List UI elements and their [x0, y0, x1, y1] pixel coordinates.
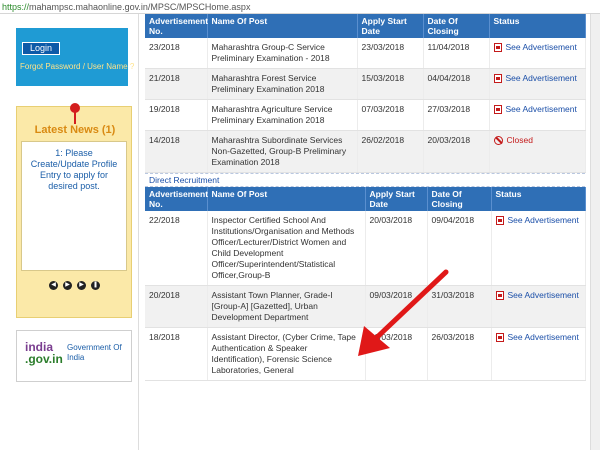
- status-cell: See Advertisement: [489, 68, 586, 100]
- play-icon[interactable]: ▶: [63, 281, 72, 290]
- pdf-icon[interactable]: [495, 216, 504, 225]
- see-advertisement-link[interactable]: See Advertisement: [508, 215, 579, 226]
- header-post: Name Of Post: [207, 187, 366, 211]
- pdf-icon[interactable]: [495, 291, 504, 300]
- india-gov-link[interactable]: india .gov.in Government Of India: [16, 330, 132, 382]
- url-scheme: https://: [2, 2, 30, 12]
- table-header: Advertisement No. Name Of Post Apply Sta…: [145, 187, 586, 211]
- status-cell: See Advertisement: [491, 327, 586, 381]
- advertisements-panel: Advertisement No. Name Of Post Apply Sta…: [145, 14, 586, 450]
- news-list: 1: Please Create/Update Profile Entry to…: [21, 141, 127, 271]
- address-bar[interactable]: https://mahampsc.mahaonline.gov.in/MPSC/…: [0, 0, 600, 14]
- header-status: Status: [491, 187, 586, 211]
- header-status: Status: [489, 14, 586, 38]
- status-cell: Closed: [489, 130, 586, 173]
- gov-of-india-text: Government Of India: [67, 343, 122, 362]
- latest-news-panel: Latest News (1) 1: Please Create/Update …: [16, 103, 132, 318]
- forgot-password-link[interactable]: Forgot Password / User Name ?: [20, 62, 134, 71]
- table-row: 20/2018 Assistant Town Planner, Grade-I […: [145, 285, 586, 328]
- india-gov-logo: india .gov.in: [25, 340, 63, 366]
- pause-icon[interactable]: ❚: [91, 281, 100, 290]
- closing-date-cell: 31/03/2018: [427, 285, 492, 328]
- post-name-cell: Maharashtra Forest Service Preliminary E…: [207, 68, 358, 100]
- closing-date-cell: 04/04/2018: [423, 68, 490, 100]
- adv-no-cell: 19/2018: [145, 99, 208, 131]
- adv-no-cell: 21/2018: [145, 68, 208, 100]
- table-row: 22/2018 Inspector Certified School And In…: [145, 211, 586, 286]
- table-row: 21/2018 Maharashtra Forest Service Prelim…: [145, 68, 586, 100]
- table-row: 14/2018 Maharashtra Subordinate Services …: [145, 130, 586, 173]
- header-closing: Date Of Closing: [423, 14, 490, 38]
- column-divider: [138, 14, 139, 450]
- header-adv-no: Advertisement No.: [145, 14, 208, 38]
- closed-status: Closed: [506, 135, 533, 145]
- news-item[interactable]: 1: Please Create/Update Profile Entry to…: [26, 148, 122, 192]
- see-advertisement-link[interactable]: See Advertisement: [508, 290, 579, 301]
- adv-no-cell: 22/2018: [145, 211, 208, 286]
- apply-start-cell: 15/03/2018: [357, 68, 424, 100]
- pdf-icon[interactable]: [493, 105, 502, 114]
- header-post: Name Of Post: [207, 14, 358, 38]
- post-name-cell: Maharashtra Subordinate Services Non-Gaz…: [207, 130, 358, 173]
- direct-recruitment-table: Advertisement No. Name Of Post Apply Sta…: [145, 187, 586, 381]
- adv-no-cell: 18/2018: [145, 327, 208, 381]
- adv-no-cell: 14/2018: [145, 130, 208, 173]
- closed-icon: [493, 136, 503, 145]
- news-controls: ◀ ▶ ▶ ❚: [49, 281, 109, 291]
- status-cell: See Advertisement: [491, 285, 586, 328]
- apply-start-cell: 20/03/2018: [365, 211, 428, 286]
- url-text: mahampsc.mahaonline.gov.in/MPSC/MPSCHome…: [29, 2, 251, 12]
- login-button[interactable]: Login: [22, 42, 60, 55]
- closing-date-cell: 11/04/2018: [423, 38, 490, 69]
- post-name-cell: Inspector Certified School And Instituti…: [207, 211, 366, 286]
- table-row: 18/2018 Assistant Director, (Cyber Crime,…: [145, 327, 586, 381]
- apply-start-cell: 07/03/2018: [357, 99, 424, 131]
- latest-news-title: Latest News (1): [34, 124, 116, 136]
- apply-start-cell: 09/03/2018: [365, 285, 428, 328]
- closing-date-cell: 27/03/2018: [423, 99, 490, 131]
- header-apply-start: Apply Start Date: [365, 187, 428, 211]
- adv-no-cell: 23/2018: [145, 38, 208, 69]
- post-name-cell: Maharashtra Group-C Service Preliminary …: [207, 38, 358, 69]
- post-name-cell: Assistant Town Planner, Grade-I [Group-A…: [207, 285, 366, 328]
- apply-start-cell: 26/02/2018: [357, 130, 424, 173]
- table-row: 23/2018 Maharashtra Group-C Service Preli…: [145, 38, 586, 69]
- header-apply-start: Apply Start Date: [357, 14, 424, 38]
- table-header: Advertisement No. Name Of Post Apply Sta…: [145, 14, 586, 38]
- table-row: 19/2018 Maharashtra Agriculture Service P…: [145, 99, 586, 131]
- status-cell: See Advertisement: [489, 99, 586, 131]
- post-name-cell: Maharashtra Agriculture Service Prelimin…: [207, 99, 358, 131]
- closing-date-cell: 09/04/2018: [427, 211, 492, 286]
- table-body-top: 23/2018 Maharashtra Group-C Service Preli…: [145, 38, 586, 173]
- header-closing: Date Of Closing: [427, 187, 492, 211]
- apply-start-cell: 23/03/2018: [357, 38, 424, 69]
- pdf-icon[interactable]: [493, 74, 502, 83]
- see-advertisement-link[interactable]: See Advertisement: [506, 104, 577, 115]
- closing-date-cell: 20/03/2018: [423, 130, 490, 173]
- previous-icon[interactable]: ◀: [49, 281, 58, 290]
- header-adv-no: Advertisement No.: [145, 187, 208, 211]
- adv-no-cell: 20/2018: [145, 285, 208, 328]
- login-panel: Login Forgot Password / User Name ?: [16, 28, 134, 86]
- see-advertisement-link[interactable]: See Advertisement: [508, 332, 579, 343]
- pdf-icon[interactable]: [493, 43, 502, 52]
- next-icon[interactable]: ▶: [77, 281, 86, 290]
- closing-date-cell: 26/03/2018: [427, 327, 492, 381]
- status-cell: See Advertisement: [489, 38, 586, 69]
- pushpin-icon: [70, 103, 80, 124]
- pdf-icon[interactable]: [495, 333, 504, 342]
- see-advertisement-link[interactable]: See Advertisement: [506, 42, 577, 53]
- direct-recruitment-heading: Direct Recruitment: [145, 173, 585, 187]
- table-body-direct: 22/2018 Inspector Certified School And In…: [145, 211, 586, 381]
- see-advertisement-link[interactable]: See Advertisement: [506, 73, 577, 84]
- post-name-cell: Assistant Director, (Cyber Crime, Tape A…: [207, 327, 366, 381]
- advertisement-table: Advertisement No. Name Of Post Apply Sta…: [145, 14, 586, 173]
- status-cell: See Advertisement: [491, 211, 586, 286]
- page-scrollbar[interactable]: [590, 14, 600, 450]
- left-sidebar: Login Forgot Password / User Name ? Late…: [0, 14, 138, 450]
- apply-start-cell: 06/03/2018: [365, 327, 428, 381]
